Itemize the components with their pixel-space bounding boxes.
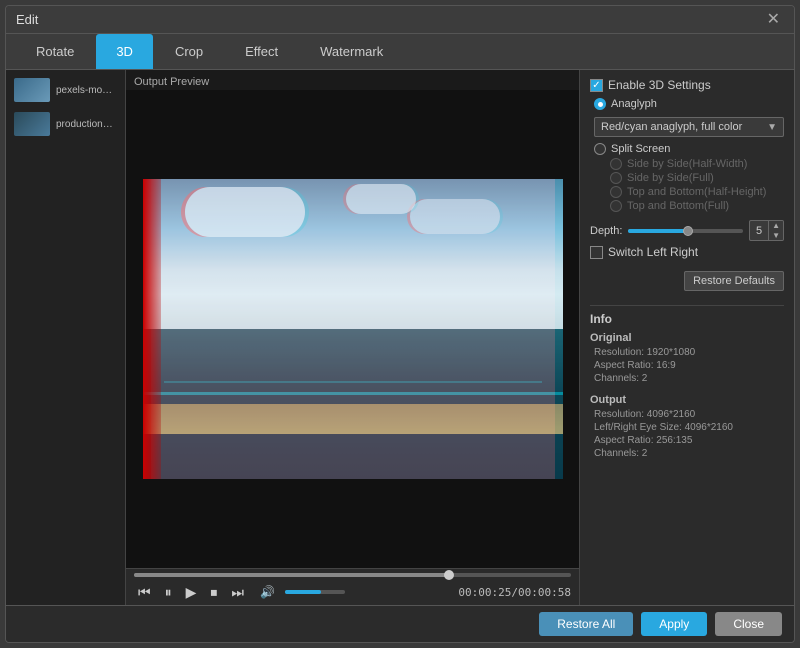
output-preview-label: Output Preview: [126, 70, 579, 90]
side-by-side-half-radio[interactable]: [610, 158, 622, 170]
original-channels: Channels: 2: [590, 373, 784, 384]
tab-crop[interactable]: Crop: [155, 34, 223, 69]
radio-dot: [598, 102, 603, 107]
anaglyph-dropdown-value: Red/cyan anaglyph, full color: [601, 121, 742, 133]
dropdown-arrow-icon: ▼: [767, 122, 777, 133]
list-item[interactable]: production_id...: [11, 109, 120, 139]
output-label: Output: [590, 394, 784, 406]
side-by-side-half-label: Side by Side(Half-Width): [627, 158, 747, 170]
video-frame: [143, 179, 563, 479]
thumbnail: [14, 112, 50, 136]
bottom-bar: Restore All Apply Close: [6, 605, 794, 642]
sidebar: pexels-movie... production_id...: [6, 70, 126, 605]
top-bottom-half-label: Top and Bottom(Half-Height): [627, 186, 766, 198]
volume-icon: 🔊: [260, 585, 275, 599]
restore-defaults-button[interactable]: Restore Defaults: [684, 271, 784, 291]
volume-fill: [285, 590, 321, 594]
original-aspect: Aspect Ratio: 16:9: [590, 360, 784, 371]
pause-button[interactable]: ⏸: [161, 583, 176, 601]
right-panel: ✓ Enable 3D Settings Anaglyph Red/cyan a…: [579, 70, 794, 605]
checkmark-icon: ✓: [592, 80, 600, 91]
apply-button[interactable]: Apply: [641, 612, 707, 636]
split-screen-radio-row: Split Screen: [590, 143, 784, 155]
depth-row: Depth: 5 ▲ ▼: [590, 220, 784, 241]
output-aspect: Aspect Ratio: 256:135: [590, 435, 784, 446]
stop-button[interactable]: ⏹: [206, 583, 221, 601]
output-eye-size: Left/Right Eye Size: 4096*2160: [590, 422, 784, 433]
output-resolution: Resolution: 4096*2160: [590, 409, 784, 420]
top-bottom-half-radio[interactable]: [610, 186, 622, 198]
top-bottom-full-radio[interactable]: [610, 200, 622, 212]
divider-1: [590, 305, 784, 306]
skip-start-button[interactable]: ⏮: [134, 583, 155, 601]
anaglyph-radio[interactable]: [594, 98, 606, 110]
top-bottom-full-row: Top and Bottom(Full): [590, 200, 784, 212]
volume-slider[interactable]: [285, 590, 345, 594]
time-display: 00:00:25/00:00:58: [458, 586, 571, 599]
window-close-button[interactable]: ✕: [763, 10, 784, 30]
top-bottom-full-label: Top and Bottom(Full): [627, 200, 729, 212]
depth-spinbox[interactable]: 5 ▲ ▼: [749, 220, 784, 241]
enable-3d-label: Enable 3D Settings: [608, 78, 711, 92]
anaglyph-radio-row: Anaglyph: [590, 98, 784, 110]
enable-3d-checkbox[interactable]: ✓: [590, 79, 603, 92]
restore-all-button[interactable]: Restore All: [539, 612, 633, 636]
anaglyph-cyan-overlay: [151, 179, 563, 479]
depth-fill: [628, 229, 685, 233]
playback-bar: ⏮ ⏸ ▶ ⏹ ⏭ 🔊 00:00:25/00:00:58: [126, 568, 579, 605]
side-by-side-full-row: Side by Side(Full): [590, 172, 784, 184]
anaglyph-dropdown-row: Red/cyan anaglyph, full color ▼: [594, 117, 784, 137]
seek-progress: [134, 573, 449, 577]
original-label: Original: [590, 332, 784, 344]
output-channels: Channels: 2: [590, 448, 784, 459]
top-bottom-half-row: Top and Bottom(Half-Height): [590, 186, 784, 198]
side-by-side-full-label: Side by Side(Full): [627, 172, 714, 184]
side-by-side-half-row: Side by Side(Half-Width): [590, 158, 784, 170]
switch-left-right-row: Switch Left Right: [590, 245, 784, 259]
info-section: Info Original Resolution: 1920*1080 Aspe…: [590, 312, 784, 461]
depth-up-button[interactable]: ▲: [769, 221, 783, 231]
thumb-label: pexels-movie...: [56, 85, 117, 96]
play-button[interactable]: ▶: [182, 583, 201, 601]
thumb-label: production_id...: [56, 119, 117, 130]
content-area: pexels-movie... production_id... Output …: [6, 70, 794, 605]
skip-end-button[interactable]: ⏭: [227, 583, 248, 601]
red-bar: [143, 179, 161, 479]
tab-3d[interactable]: 3D: [96, 34, 153, 69]
tab-effect[interactable]: Effect: [225, 34, 298, 69]
depth-down-button[interactable]: ▼: [769, 231, 783, 241]
depth-value: 5: [750, 224, 768, 238]
video-container: [126, 90, 579, 568]
depth-arrows: ▲ ▼: [768, 221, 783, 240]
side-by-side-full-radio[interactable]: [610, 172, 622, 184]
main-area: Output Preview: [126, 70, 579, 605]
enable-3d-row: ✓ Enable 3D Settings: [590, 78, 784, 92]
controls-row: ⏮ ⏸ ▶ ⏹ ⏭ 🔊 00:00:25/00:00:58: [134, 583, 571, 601]
depth-slider[interactable]: [628, 229, 743, 233]
window-title: Edit: [16, 12, 38, 27]
tab-rotate[interactable]: Rotate: [16, 34, 94, 69]
thumbnail: [14, 78, 50, 102]
seek-thumb: [444, 570, 454, 580]
list-item[interactable]: pexels-movie...: [11, 75, 120, 105]
tab-bar: Rotate 3D Crop Effect Watermark: [6, 34, 794, 70]
switch-left-right-label: Switch Left Right: [608, 245, 698, 259]
split-screen-label: Split Screen: [611, 143, 670, 155]
depth-thumb: [683, 226, 693, 236]
anaglyph-dropdown[interactable]: Red/cyan anaglyph, full color ▼: [594, 117, 784, 137]
title-bar: Edit ✕: [6, 6, 794, 34]
anaglyph-label: Anaglyph: [611, 98, 657, 110]
original-resolution: Resolution: 1920*1080: [590, 347, 784, 358]
seek-bar[interactable]: [134, 573, 571, 577]
switch-left-right-checkbox[interactable]: [590, 246, 603, 259]
tab-watermark[interactable]: Watermark: [300, 34, 403, 69]
depth-label: Depth:: [590, 225, 622, 237]
close-button[interactable]: Close: [715, 612, 782, 636]
info-title: Info: [590, 312, 784, 326]
split-screen-radio[interactable]: [594, 143, 606, 155]
main-window: Edit ✕ Rotate 3D Crop Effect Watermark p…: [5, 5, 795, 643]
